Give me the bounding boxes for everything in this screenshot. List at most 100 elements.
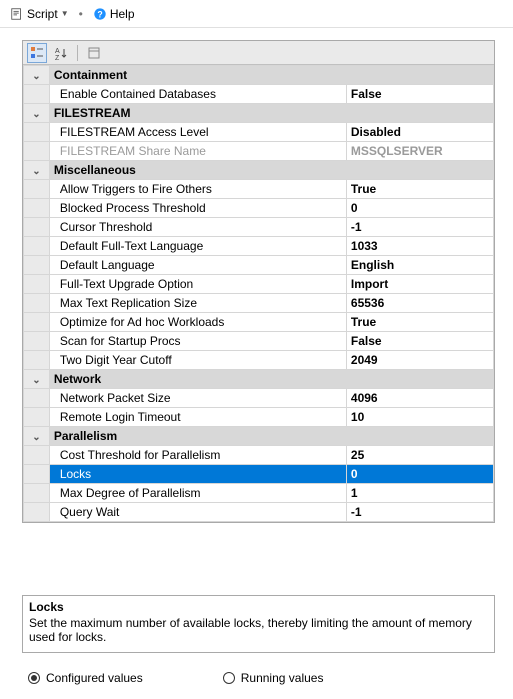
script-label: Script (27, 7, 58, 21)
property-label: Enable Contained Databases (49, 85, 346, 104)
property-value[interactable]: False (346, 332, 493, 351)
property-value[interactable]: 65536 (346, 294, 493, 313)
alphabetical-view-button[interactable]: AZ (51, 43, 71, 63)
row-gutter (24, 199, 50, 218)
property-value[interactable]: 0 (346, 199, 493, 218)
script-button[interactable]: Script ▼ (6, 5, 73, 23)
value-mode-radios: Configured values Running values (22, 653, 495, 691)
configured-values-label: Configured values (46, 671, 143, 685)
property-row[interactable]: Scan for Startup ProcsFalse (24, 332, 494, 351)
category-row[interactable]: ⌄Network (24, 370, 494, 389)
toolbar-separator: • (79, 7, 83, 21)
pages-icon (87, 46, 101, 60)
row-gutter (24, 180, 50, 199)
property-row[interactable]: FILESTREAM Share NameMSSQLSERVER (24, 142, 494, 161)
category-row[interactable]: ⌄Parallelism (24, 427, 494, 446)
property-value[interactable]: True (346, 313, 493, 332)
property-row[interactable]: Max Degree of Parallelism1 (24, 484, 494, 503)
property-value[interactable]: -1 (346, 503, 493, 522)
property-label: Scan for Startup Procs (49, 332, 346, 351)
property-value[interactable]: 2049 (346, 351, 493, 370)
row-gutter (24, 446, 50, 465)
row-gutter (24, 237, 50, 256)
grid-toolbar: AZ (23, 41, 494, 65)
description-panel: Locks Set the maximum number of availabl… (22, 595, 495, 653)
running-values-radio[interactable]: Running values (223, 671, 324, 685)
property-row[interactable]: Max Text Replication Size65536 (24, 294, 494, 313)
categorized-icon (30, 46, 44, 60)
category-row[interactable]: ⌄FILESTREAM (24, 104, 494, 123)
property-value[interactable]: 1033 (346, 237, 493, 256)
row-gutter (24, 218, 50, 237)
category-label: FILESTREAM (49, 104, 493, 123)
property-row[interactable]: Allow Triggers to Fire OthersTrue (24, 180, 494, 199)
category-row[interactable]: ⌄Containment (24, 66, 494, 85)
row-gutter (24, 332, 50, 351)
property-row[interactable]: Blocked Process Threshold0 (24, 199, 494, 218)
property-row[interactable]: Default LanguageEnglish (24, 256, 494, 275)
property-row[interactable]: Cursor Threshold-1 (24, 218, 494, 237)
svg-text:A: A (55, 48, 60, 55)
running-values-label: Running values (241, 671, 324, 685)
property-value[interactable]: -1 (346, 218, 493, 237)
category-label: Parallelism (49, 427, 493, 446)
property-value[interactable]: 10 (346, 408, 493, 427)
expand-collapse-icon[interactable]: ⌄ (24, 427, 50, 446)
property-row[interactable]: Enable Contained DatabasesFalse (24, 85, 494, 104)
property-label: Cursor Threshold (49, 218, 346, 237)
category-label: Network (49, 370, 493, 389)
property-label: Remote Login Timeout (49, 408, 346, 427)
property-row[interactable]: Optimize for Ad hoc WorkloadsTrue (24, 313, 494, 332)
property-value[interactable]: 1 (346, 484, 493, 503)
property-value[interactable]: Import (346, 275, 493, 294)
property-pages-button[interactable] (84, 43, 104, 63)
row-gutter (24, 85, 50, 104)
expand-collapse-icon[interactable]: ⌄ (24, 370, 50, 389)
property-row[interactable]: FILESTREAM Access LevelDisabled (24, 123, 494, 142)
window-toolbar: Script ▼ • ? Help (0, 0, 513, 28)
property-value[interactable]: 25 (346, 446, 493, 465)
property-row[interactable]: Locks0 (24, 465, 494, 484)
property-row[interactable]: Two Digit Year Cutoff2049 (24, 351, 494, 370)
expand-collapse-icon[interactable]: ⌄ (24, 66, 50, 85)
property-row[interactable]: Default Full-Text Language1033 (24, 237, 494, 256)
property-value[interactable]: MSSQLSERVER (346, 142, 493, 161)
property-value[interactable]: Disabled (346, 123, 493, 142)
configured-values-radio[interactable]: Configured values (28, 671, 143, 685)
category-label: Miscellaneous (49, 161, 493, 180)
property-grid: AZ ⌄ContainmentEnable Contained Database… (22, 40, 495, 523)
property-label: Locks (49, 465, 346, 484)
property-label: Max Degree of Parallelism (49, 484, 346, 503)
property-row[interactable]: Cost Threshold for Parallelism25 (24, 446, 494, 465)
property-value[interactable]: English (346, 256, 493, 275)
row-gutter (24, 389, 50, 408)
property-value[interactable]: False (346, 85, 493, 104)
expand-collapse-icon[interactable]: ⌄ (24, 161, 50, 180)
category-label: Containment (49, 66, 493, 85)
categorized-view-button[interactable] (27, 43, 47, 63)
description-title: Locks (29, 600, 488, 614)
property-value[interactable]: 4096 (346, 389, 493, 408)
property-label: Max Text Replication Size (49, 294, 346, 313)
category-row[interactable]: ⌄Miscellaneous (24, 161, 494, 180)
property-row[interactable]: Remote Login Timeout10 (24, 408, 494, 427)
help-button[interactable]: ? Help (89, 5, 139, 23)
property-value[interactable]: True (346, 180, 493, 199)
property-label: Default Language (49, 256, 346, 275)
property-value[interactable]: 0 (346, 465, 493, 484)
property-row[interactable]: Network Packet Size4096 (24, 389, 494, 408)
property-row[interactable]: Query Wait-1 (24, 503, 494, 522)
property-label: Two Digit Year Cutoff (49, 351, 346, 370)
row-gutter (24, 256, 50, 275)
property-row[interactable]: Full-Text Upgrade OptionImport (24, 275, 494, 294)
property-label: Blocked Process Threshold (49, 199, 346, 218)
sort-az-icon: AZ (54, 46, 68, 60)
row-gutter (24, 294, 50, 313)
property-label: Cost Threshold for Parallelism (49, 446, 346, 465)
property-label: Network Packet Size (49, 389, 346, 408)
row-gutter (24, 484, 50, 503)
property-label: Optimize for Ad hoc Workloads (49, 313, 346, 332)
radio-icon (223, 672, 235, 684)
row-gutter (24, 351, 50, 370)
expand-collapse-icon[interactable]: ⌄ (24, 104, 50, 123)
